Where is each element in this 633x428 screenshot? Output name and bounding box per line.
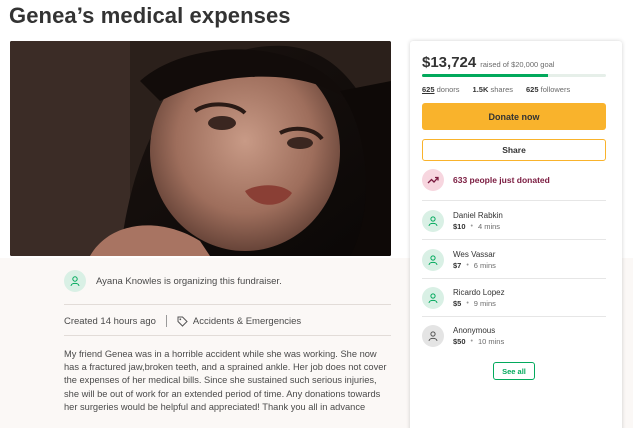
donor-heart-icon	[422, 287, 444, 309]
donor-time: 10 mins	[477, 337, 505, 346]
created-time: Created 14 hours ago	[64, 315, 156, 327]
donor-item: Anonymous $50 • 10 mins	[422, 321, 504, 351]
raised-amount: $13,724	[422, 54, 477, 71]
shares-count: 1.5K	[472, 85, 489, 94]
user-heart-icon	[70, 276, 80, 287]
organizer-text: Ayana Knowles is organizing this fundrai…	[96, 275, 282, 287]
donor-item: Ricardo Lopez $5 • 9 mins	[422, 283, 505, 313]
donor-details: $10 • 4 mins	[453, 221, 503, 232]
donor-info: Ricardo Lopez $5 • 9 mins	[453, 287, 505, 309]
donor-heart-icon	[422, 210, 444, 232]
donor-name: Ricardo Lopez	[453, 288, 505, 297]
tag-icon	[177, 316, 188, 327]
donor-divider	[422, 200, 606, 201]
donor-name: Wes Vassar	[453, 250, 496, 259]
section-divider	[64, 304, 391, 305]
donor-heart-icon	[422, 249, 444, 271]
donor-amount: $5	[453, 299, 462, 308]
page-title: Genea’s medical expenses	[9, 3, 291, 28]
donor-name: Anonymous	[453, 326, 496, 335]
bullet-separator: •	[470, 223, 473, 230]
followers-label: followers	[540, 85, 571, 94]
donor-divider	[422, 316, 606, 317]
donor-time: 4 mins	[477, 222, 501, 231]
campaign-meta: Created 14 hours ago Accidents & Emergen…	[64, 312, 384, 330]
donation-panel: $13,724 raised of $20,000 goal 625 donor…	[410, 41, 622, 428]
section-divider	[64, 335, 391, 336]
donor-details: $5 • 9 mins	[453, 298, 505, 309]
donor-time: 6 mins	[473, 261, 496, 270]
progress-fill	[422, 74, 549, 77]
donor-amount: $50	[453, 337, 466, 346]
donor-divider	[422, 239, 606, 240]
donor-item: Daniel Rabkin $10 • 4 mins	[422, 206, 503, 236]
campaign-photo[interactable]	[10, 41, 391, 256]
donor-name: Daniel Rabkin	[453, 211, 503, 220]
bullet-separator: •	[466, 300, 469, 307]
donor-details: $7 • 6 mins	[453, 260, 496, 271]
shares-stat: 1.5K shares	[473, 85, 513, 94]
raised-summary: $13,724 raised of $20,000 goal	[422, 54, 554, 71]
bullet-separator: •	[466, 262, 469, 269]
donor-amount: $10	[453, 222, 466, 231]
category-link[interactable]: Accidents & Emergencies	[193, 316, 301, 327]
bullet-separator: •	[470, 338, 473, 345]
donors-label: donors	[436, 85, 460, 94]
donate-now-button[interactable]: Donate now	[422, 103, 606, 130]
donor-info: Wes Vassar $7 • 6 mins	[453, 249, 496, 271]
campaign-story: My friend Genea was in a horrible accide…	[64, 349, 387, 412]
progress-bar	[422, 74, 606, 77]
campaign-photo-illustration	[10, 41, 391, 256]
organizer-avatar	[64, 270, 86, 292]
donors-count[interactable]: 625	[422, 85, 435, 94]
donor-anonymous-icon	[422, 325, 444, 347]
donors-stat[interactable]: 625 donors	[422, 85, 460, 94]
campaign-stats: 625 donors 1.5K shares 625 followers	[422, 85, 583, 94]
followers-count: 625	[526, 85, 539, 94]
donor-time: 9 mins	[473, 299, 496, 308]
just-donated-text: 633 people just donated	[453, 175, 550, 185]
followers-stat: 625 followers	[526, 85, 570, 94]
recent-donations-banner: 633 people just donated	[422, 169, 550, 191]
goal-text: raised of $20,000 goal	[480, 60, 555, 69]
donor-amount: $7	[453, 261, 462, 270]
see-all-button[interactable]: See all	[493, 362, 535, 380]
donor-info: Anonymous $50 • 10 mins	[453, 325, 504, 347]
organizer-row: Ayana Knowles is organizing this fundrai…	[64, 268, 364, 294]
meta-separator	[165, 315, 167, 327]
donor-divider	[422, 278, 606, 279]
donor-details: $50 • 10 mins	[453, 336, 504, 347]
shares-label: shares	[490, 85, 513, 94]
donor-item: Wes Vassar $7 • 6 mins	[422, 245, 496, 275]
share-button[interactable]: Share	[422, 139, 606, 161]
donor-info: Daniel Rabkin $10 • 4 mins	[453, 210, 503, 232]
trending-up-icon	[422, 169, 444, 191]
